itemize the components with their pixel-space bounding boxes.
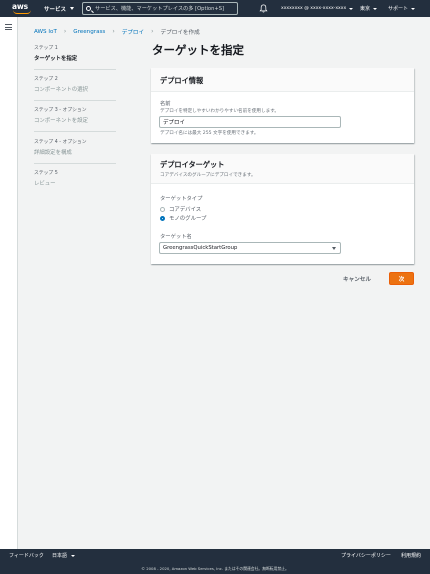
caret-down-icon	[373, 7, 378, 10]
language-selector[interactable]: 日本語	[52, 552, 76, 559]
target-type-label: ターゲットタイプ	[160, 196, 203, 202]
step-number: ステップ 2	[34, 77, 58, 82]
chevron-right-icon: ›	[63, 28, 67, 35]
top-nav: aws サービス サービス、機能、マーケットプレイスの多 [Option+S] …	[0, 0, 430, 17]
target-name-value: GreengrassQuickStartGroup	[163, 245, 238, 251]
name-label: 名前	[160, 101, 171, 107]
step-1[interactable]: ステップ 1 ターゲットを指定	[34, 44, 116, 62]
step-divider	[34, 69, 116, 70]
step-divider	[34, 131, 116, 132]
caret-down-icon	[71, 554, 76, 557]
deployment-name-input[interactable]	[159, 116, 341, 128]
step-title: 詳細設定を構成	[34, 150, 72, 156]
copyright-text: © 2008 - 2020, Amazon Web Services, Inc.…	[141, 566, 289, 571]
step-4: ステップ 4 - オプション 詳細設定を構成	[34, 138, 116, 156]
card-description: コアデバイスのグループにデプロイできます。	[160, 173, 256, 178]
cancel-button[interactable]: キャンセル	[343, 273, 371, 284]
target-name-select[interactable]: GreengrassQuickStartGroup	[159, 242, 341, 254]
radio-button-selected[interactable]	[160, 215, 165, 221]
account-menu[interactable]: xxxxxxxx @ xxxx-xxxx-xxxx	[281, 0, 354, 17]
services-menu[interactable]: サービス	[44, 0, 75, 17]
radio-label: コアデバイス	[169, 207, 202, 213]
name-field: 名前 デプロイを特定しやすいわかりやすい名前を使用します。	[160, 99, 279, 114]
target-name-label: ターゲット名	[160, 234, 192, 240]
step-3: ステップ 3 - オプション コンポーネントを設定	[34, 106, 116, 124]
next-button[interactable]: 次	[389, 272, 414, 285]
account-label: xxxxxxxx @ xxxx-xxxx-xxxx	[281, 6, 347, 11]
card-title: デプロイターゲット	[160, 160, 225, 169]
radio-core-device[interactable]: コアデバイス	[160, 205, 201, 213]
name-description: デプロイを特定しやすいわかりやすい名前を使用します。	[160, 109, 279, 114]
deployment-target-card: デプロイターゲット コアデバイスのグループにデプロイできます。 ターゲットタイプ…	[151, 154, 414, 264]
step-divider	[34, 100, 116, 101]
radio-button[interactable]	[160, 206, 165, 212]
breadcrumb-aws-iot[interactable]: AWS IoT	[34, 29, 57, 35]
search-box[interactable]: サービス、機能、マーケットプレイスの多 [Option+S]	[82, 2, 238, 15]
step-title: コンポーネントの選択	[34, 87, 88, 93]
step-title: コンポーネントを設定	[34, 118, 88, 124]
support-label: サポート	[388, 6, 409, 12]
caret-down-icon	[349, 7, 354, 10]
step-number: ステップ 1	[34, 46, 58, 51]
caret-down-icon	[411, 7, 416, 10]
step-2: ステップ 2 コンポーネントの選択	[34, 75, 116, 93]
name-hint: デプロイ名には最大 255 文字を使用できます。	[160, 131, 259, 136]
caret-down-icon	[70, 7, 75, 10]
region-label: 東京	[360, 6, 371, 12]
bell-icon[interactable]	[259, 4, 268, 13]
search-placeholder: サービス、機能、マーケットプレイスの多 [Option+S]	[95, 6, 225, 12]
radio-thing-group[interactable]: モノのグループ	[160, 214, 206, 222]
caret-down-icon	[332, 247, 336, 250]
aws-smile-icon	[13, 10, 31, 14]
deployment-info-card: デプロイ情報 名前 デプロイを特定しやすいわかりやすい名前を使用します。 デプロ…	[151, 68, 414, 143]
feedback-link[interactable]: フィードバック	[9, 552, 44, 559]
breadcrumb-deployments[interactable]: デプロイ	[122, 28, 144, 36]
chevron-right-icon: ›	[112, 28, 115, 35]
card-header: デプロイターゲット コアデバイスのグループにデプロイできます。	[151, 154, 414, 184]
side-rail	[0, 17, 18, 549]
terms-link[interactable]: 利用規約	[401, 552, 421, 559]
language-label: 日本語	[52, 553, 68, 559]
step-number: ステップ 4 - オプション	[34, 140, 87, 145]
chevron-right-icon: ›	[151, 28, 154, 35]
step-number: ステップ 3 - オプション	[34, 108, 87, 113]
breadcrumb: AWS IoT › Greengrass › デプロイ › デプロイを作成	[34, 27, 200, 36]
card-title: デプロイ情報	[160, 76, 204, 85]
privacy-policy-link[interactable]: プライバシーポリシー	[341, 552, 391, 559]
hamburger-menu-icon[interactable]	[5, 24, 12, 30]
region-menu[interactable]: 東京	[360, 0, 378, 17]
radio-label: モノのグループ	[169, 216, 207, 222]
step-title: レビュー	[34, 181, 56, 187]
support-menu[interactable]: サポート	[388, 0, 416, 17]
breadcrumb-greengrass[interactable]: Greengrass	[73, 29, 105, 35]
services-label: サービス	[44, 6, 67, 13]
search-icon	[86, 6, 91, 11]
step-number: ステップ 5	[34, 171, 58, 176]
page-title: ターゲットを指定	[152, 43, 244, 57]
step-5: ステップ 5 レビュー	[34, 169, 116, 187]
step-divider	[34, 163, 116, 164]
aws-logo[interactable]: aws	[12, 2, 34, 15]
card-header: デプロイ情報	[151, 68, 414, 92]
footer: フィードバック 日本語 プライバシーポリシー 利用規約 © 2008 - 202…	[0, 549, 430, 574]
breadcrumb-current: デプロイを作成	[160, 29, 200, 36]
step-title: ターゲットを指定	[34, 56, 78, 62]
